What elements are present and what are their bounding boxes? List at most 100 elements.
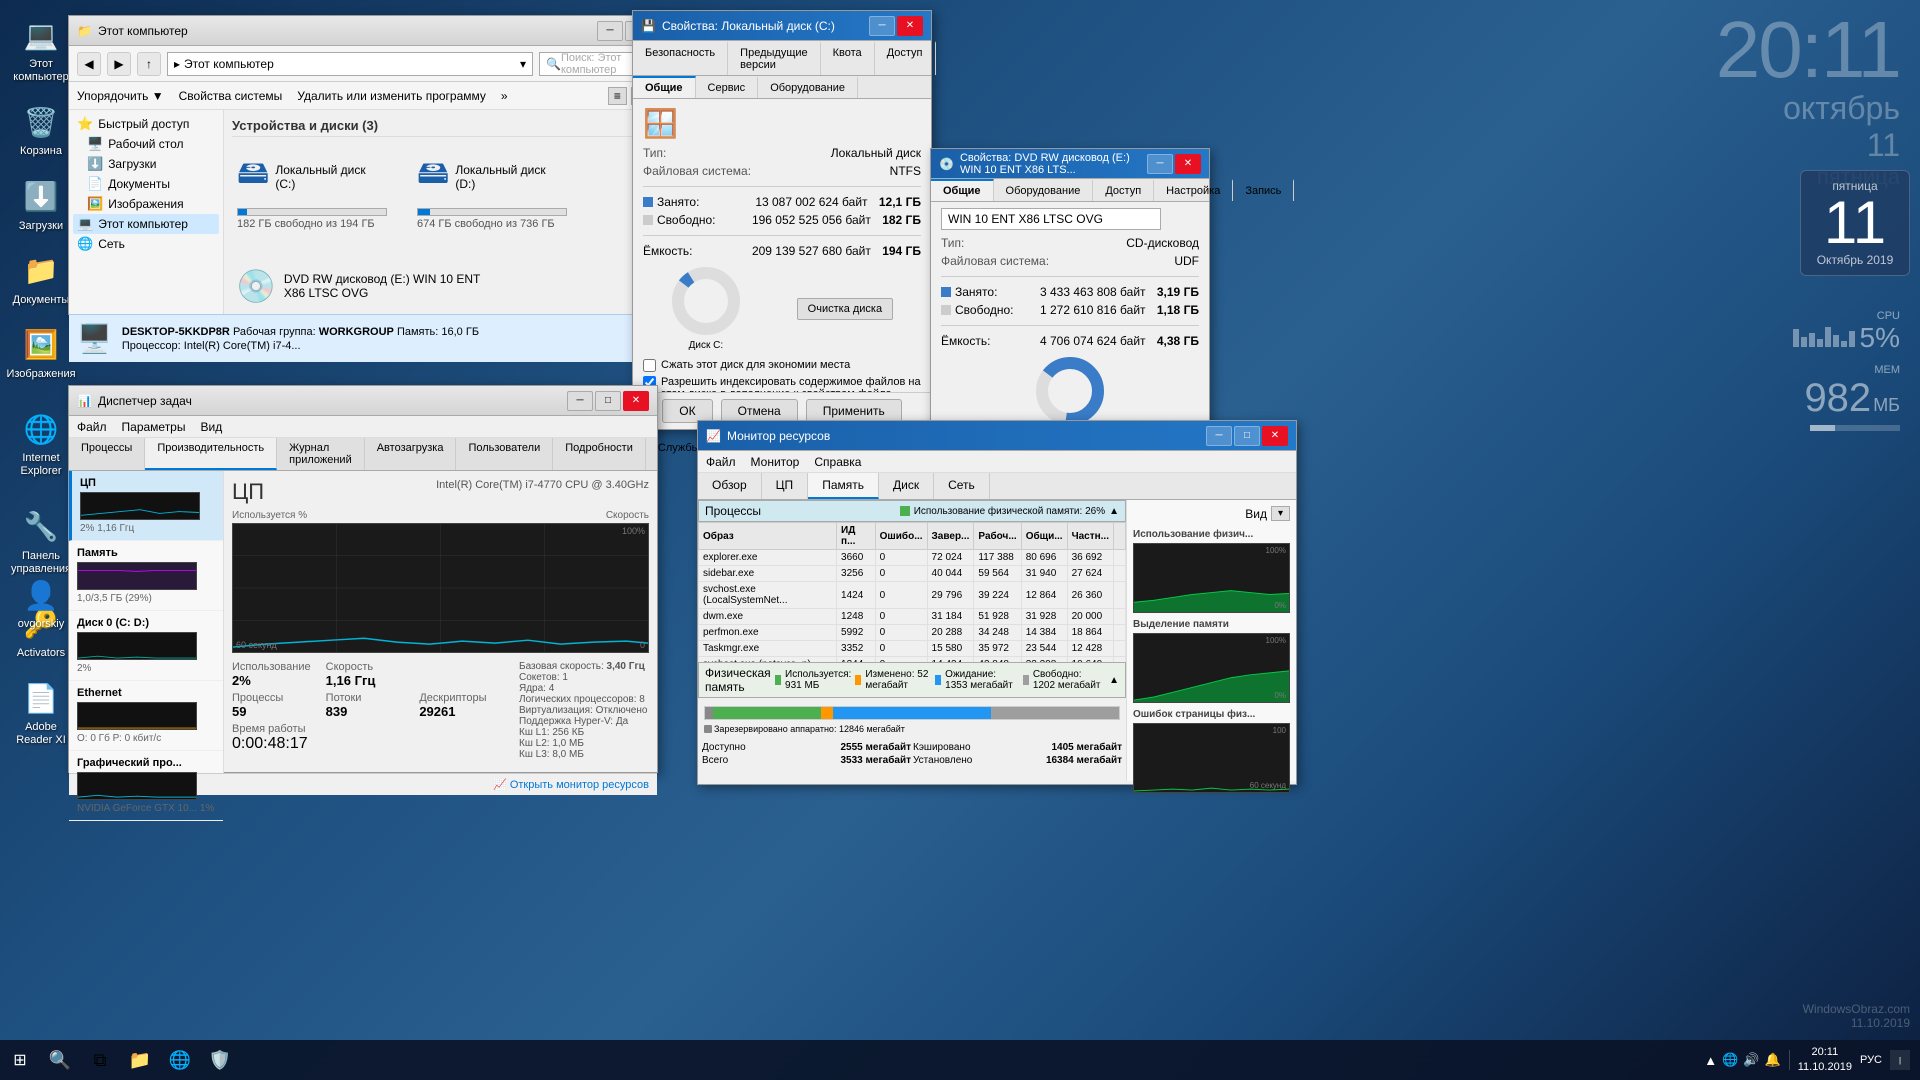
res-monitor-close[interactable]: ✕ <box>1262 426 1288 446</box>
tab-service[interactable]: Сервис <box>696 76 759 98</box>
perf-item-ethernet[interactable]: Ethernet О: 0 Гб Р: 0 кбит/с <box>69 681 223 751</box>
tab-access[interactable]: Доступ <box>875 41 936 75</box>
clean-disk-button[interactable]: Очистка диска <box>797 298 893 320</box>
drive-c[interactable]: 🖴 Локальный диск (C:) 182 ГБ свободно из… <box>232 145 392 235</box>
desktop-icon-my-computer[interactable]: 💻 Этот компьютер <box>5 10 77 89</box>
file-explorer-taskbar-btn[interactable]: 📁 <box>120 1040 160 1080</box>
sidebar-documents[interactable]: 📄 Документы <box>73 174 219 194</box>
desktop-icon-downloads[interactable]: ⬇️ Загрузки <box>5 172 77 238</box>
cell-faults: 0 <box>875 625 927 641</box>
sidebar-network[interactable]: 🌐 Сеть <box>73 234 219 254</box>
resmon-menu-file[interactable]: Файл <box>706 455 736 469</box>
explorer-menu-more[interactable]: » <box>501 89 508 103</box>
tray-notification-icon[interactable]: 🔔 <box>1765 1052 1781 1068</box>
disk-props-c-minimize[interactable]: ─ <box>869 16 895 36</box>
task-mgr-minimize[interactable]: ─ <box>567 391 593 411</box>
resmon-tab-cpu[interactable]: ЦП <box>762 473 809 499</box>
res-monitor-maximize[interactable]: □ <box>1234 426 1260 446</box>
tray-volume-icon[interactable]: 🔊 <box>1743 1052 1759 1068</box>
sidebar-images[interactable]: 🖼️ Изображения <box>73 194 219 214</box>
resmon-menu-monitor[interactable]: Монитор <box>751 455 800 469</box>
desktop-icon-documents[interactable]: 📁 Документы <box>5 246 77 312</box>
compress-checkbox[interactable]: Сжать этот диск для экономии места <box>643 359 921 372</box>
resmon-tab-disk[interactable]: Диск <box>879 473 934 499</box>
resmon-menu-help[interactable]: Справка <box>814 455 861 469</box>
view-dropdown-btn[interactable]: ▾ <box>1271 506 1290 521</box>
dvd-tab-access[interactable]: Доступ <box>1093 179 1154 201</box>
taskmgr-tab-performance[interactable]: Производительность <box>145 438 277 470</box>
tray-up-arrow[interactable]: ▲ <box>1704 1053 1717 1068</box>
sidebar-desktop[interactable]: 🖥️ Рабочий стол <box>73 134 219 154</box>
tab-previous[interactable]: Предыдущие версии <box>728 41 820 75</box>
sidebar-downloads[interactable]: ⬇️ Загрузки <box>73 154 219 174</box>
drive-d[interactable]: 🖴 Локальный диск (D:) 674 ГБ свободно из… <box>412 145 572 235</box>
perf-item-gpu[interactable]: Графический про... NVIDIA GeForce GTX 10… <box>69 751 223 821</box>
graph-dropdown: Вид ▾ <box>1133 506 1290 521</box>
dvd-tab-settings[interactable]: Настройка <box>1154 179 1233 201</box>
edge-taskbar-btn[interactable]: 🌐 <box>160 1040 200 1080</box>
perf-item-cpu[interactable]: ЦП 2% 1,16 Ггц <box>69 471 223 541</box>
task-mgr-close[interactable]: ✕ <box>623 391 649 411</box>
taskmgr-tab-processes[interactable]: Процессы <box>69 438 145 470</box>
taskmgr-menu-options[interactable]: Параметры <box>122 420 186 434</box>
taskmgr-tab-startup[interactable]: Автозагрузка <box>365 438 457 470</box>
open-resource-monitor-button[interactable]: 📈 Открыть монитор ресурсов <box>493 778 649 791</box>
dvd-props-minimize[interactable]: ─ <box>1147 154 1173 174</box>
resmon-tab-network[interactable]: Сеть <box>934 473 990 499</box>
tab-security[interactable]: Безопасность <box>633 41 728 75</box>
sidebar-quick-access[interactable]: ⭐ Быстрый доступ <box>73 114 219 134</box>
tab-quota[interactable]: Квота <box>821 41 875 75</box>
taskmgr-tab-app-history[interactable]: Журнал приложений <box>277 438 365 470</box>
dvd-tab-hardware[interactable]: Оборудование <box>994 179 1094 201</box>
desktop-icon-images[interactable]: 🖼️ Изображения <box>5 320 77 386</box>
explorer-minimize-btn[interactable]: ─ <box>597 21 623 41</box>
antivirus-taskbar-btn[interactable]: 🛡️ <box>200 1040 240 1080</box>
desktop-icon-control-panel[interactable]: 🔧 Панель управления <box>5 502 77 581</box>
disk-props-c-close[interactable]: ✕ <box>897 16 923 36</box>
sidebar-this-computer[interactable]: 💻 Этот компьютер <box>73 214 219 234</box>
up-button[interactable]: ↑ <box>137 52 161 76</box>
tab-hardware[interactable]: Оборудование <box>758 76 858 98</box>
taskmgr-tab-details[interactable]: Подробности <box>553 438 646 470</box>
perf-item-memory[interactable]: Память 1,0/3,5 ГБ (29%) <box>69 541 223 611</box>
dvd-tab-general[interactable]: Общие <box>931 179 994 201</box>
dvd-tab-record[interactable]: Запись <box>1233 179 1294 201</box>
taskbar-clock[interactable]: 20:11 11.10.2019 <box>1798 1045 1852 1076</box>
task-view-btn[interactable]: ⧉ <box>80 1040 120 1080</box>
resmon-tab-memory[interactable]: Память <box>808 473 879 499</box>
perf-item-disk[interactable]: Диск 0 (C: D:) 2% <box>69 611 223 681</box>
desktop-icon-adobe[interactable]: 📄 Adobe Reader XI <box>5 673 77 752</box>
taskmgr-menu-view[interactable]: Вид <box>200 420 222 434</box>
calendar-widget: пятница 11 Октябрь 2019 <box>1800 170 1910 276</box>
desktop-icon-recycle[interactable]: 🗑️ Корзина <box>5 97 77 163</box>
task-view-icon: ⧉ <box>94 1050 107 1071</box>
dvd-props-close[interactable]: ✕ <box>1175 154 1201 174</box>
compress-check-input[interactable] <box>643 359 656 372</box>
physical-memory-section-bar[interactable]: Физическая память Используется: 931 МБ И… <box>698 662 1126 698</box>
explorer-menu-properties[interactable]: Свойства системы <box>179 89 283 103</box>
desktop-icon-ie[interactable]: 🌐 Internet Explorer <box>5 404 77 483</box>
tab-general[interactable]: Общие <box>633 76 696 98</box>
res-monitor-titlebar: 📈 Монитор ресурсов ─ □ ✕ <box>698 421 1296 451</box>
explorer-menu-organize[interactable]: Упорядочить ▼ <box>77 89 164 103</box>
forward-button[interactable]: ▶ <box>107 52 131 76</box>
resmon-tab-overview[interactable]: Обзор <box>698 473 762 499</box>
tray-network-icon[interactable]: 🌐 <box>1722 1052 1738 1068</box>
perf-eth-mini-graph <box>77 702 197 730</box>
show-desktop-btn[interactable]: | <box>1890 1050 1910 1070</box>
dvd-drive[interactable]: 💿 DVD RW дисковод (E:) WIN 10 ENT X86 LT… <box>232 263 484 309</box>
address-bar[interactable]: ▸ Этот компьютер ▾ <box>167 52 533 76</box>
desktop-icon-ovgorskiy[interactable]: 👤 ovgorskiy <box>5 570 77 636</box>
taskmgr-tab-users[interactable]: Пользователи <box>456 438 553 470</box>
dvd-name-input[interactable]: WIN 10 ENT X86 LTSC OVG <box>941 208 1161 230</box>
view-btn-1[interactable]: ≡ <box>608 87 627 105</box>
processes-section-bar[interactable]: Процессы Использование физической памяти… <box>698 500 1126 522</box>
res-monitor-minimize[interactable]: ─ <box>1206 426 1232 446</box>
back-button[interactable]: ◀ <box>77 52 101 76</box>
taskmgr-menu-file[interactable]: Файл <box>77 420 107 434</box>
start-button[interactable]: ⊞ <box>0 1040 40 1080</box>
explorer-menu-uninstall[interactable]: Удалить или изменить программу <box>297 89 486 103</box>
task-mgr-maximize[interactable]: □ <box>595 391 621 411</box>
perf-eth-title: Ethernet <box>77 687 215 699</box>
search-taskbar-btn[interactable]: 🔍 <box>40 1040 80 1080</box>
